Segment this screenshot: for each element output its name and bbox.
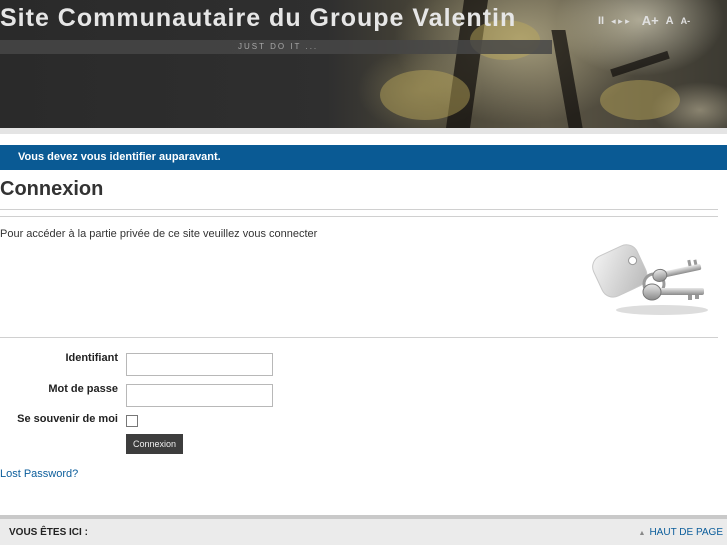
site-header: Site Communautaire du Groupe Valentin JU… (0, 0, 727, 128)
header-toolbar: II ◂ ▸ ▸ A+ A A- (598, 14, 697, 28)
username-input[interactable] (126, 353, 273, 376)
site-footer: VOUS ÊTES ICI : ▲ HAUT DE PAGE (0, 519, 727, 545)
keys-icon (592, 244, 708, 315)
site-title[interactable]: Site Communautaire du Groupe Valentin (0, 4, 516, 33)
header-photo-leaves (380, 70, 470, 120)
breadcrumb-label: VOUS ÊTES ICI : (9, 527, 88, 538)
login-button[interactable]: Connexion (126, 434, 183, 454)
slideshow-nav-icon[interactable]: ◂ ▸ ▸ (611, 14, 630, 28)
arrow-up-icon: ▲ (638, 530, 646, 537)
header-photo-trunk (551, 30, 583, 128)
header-divider (0, 128, 727, 134)
font-reset-button[interactable]: A (666, 14, 674, 28)
password-label: Mot de passe (48, 383, 118, 395)
header-photo-branch (610, 50, 670, 78)
lost-password-link[interactable]: Lost Password? (0, 468, 78, 480)
divider (0, 216, 718, 217)
remember-me-label: Se souvenir de moi (17, 413, 118, 425)
back-to-top-label: HAUT DE PAGE (649, 527, 723, 538)
page-title: Connexion (0, 178, 104, 200)
header-photo-leaves (600, 80, 680, 120)
password-input[interactable] (126, 384, 273, 407)
divider (0, 337, 718, 338)
font-decrease-button[interactable]: A- (681, 14, 691, 28)
login-intro-text: Pour accéder à la partie privée de ce si… (0, 228, 318, 240)
remember-me-checkbox[interactable] (126, 415, 138, 427)
back-to-top-link[interactable]: ▲ HAUT DE PAGE (639, 527, 723, 538)
username-label: Identifiant (65, 352, 118, 364)
divider (0, 209, 718, 210)
pause-slideshow-icon[interactable]: II (598, 14, 604, 28)
site-tagline: JUST DO IT ... (238, 42, 319, 51)
font-increase-button[interactable]: A+ (642, 14, 659, 28)
login-required-notice: Vous devez vous identifier auparavant. (0, 145, 727, 170)
